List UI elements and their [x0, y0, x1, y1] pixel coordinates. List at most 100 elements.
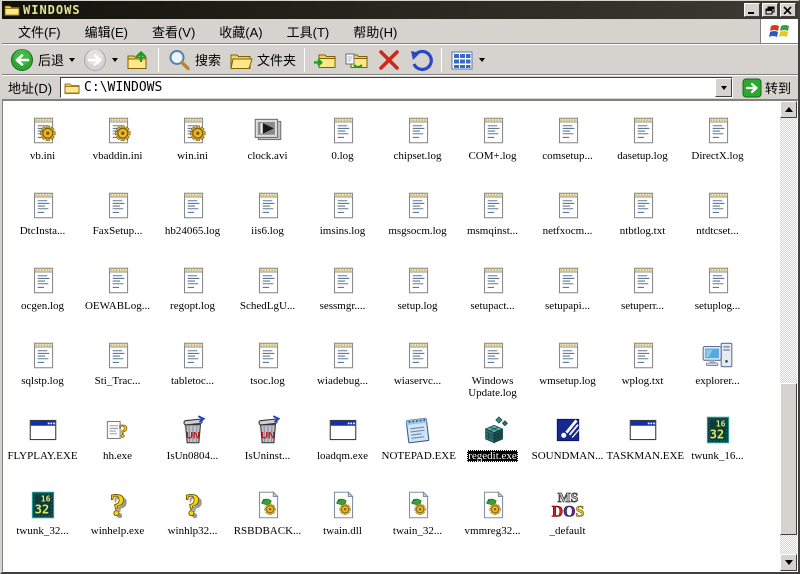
file-item[interactable]: UNIsUn0804... [155, 411, 230, 486]
file-item[interactable]: wiaservc... [380, 336, 455, 411]
file-item[interactable]: wiadebug... [305, 336, 380, 411]
copy-to-button[interactable] [341, 46, 373, 74]
views-dropdown-icon[interactable] [479, 58, 485, 62]
forward-dropdown-icon[interactable] [112, 58, 118, 62]
file-label: vmmreg32... [464, 525, 522, 537]
file-item[interactable]: vmmreg32... [455, 486, 530, 561]
file-item[interactable]: wplog.txt [605, 336, 680, 411]
file-item[interactable]: chipset.log [380, 111, 455, 186]
file-item[interactable]: ntbtlog.txt [605, 186, 680, 261]
uninstall-trashcan-icon: UN [251, 413, 285, 447]
close-button[interactable] [780, 3, 796, 17]
file-item[interactable]: regedit.exe [455, 411, 530, 486]
address-label: 地址(D) [4, 78, 56, 97]
file-item[interactable]: FLYPLAY.EXE [5, 411, 80, 486]
file-item[interactable]: ocgen.log [5, 261, 80, 336]
file-item[interactable]: msgsocm.log [380, 186, 455, 261]
file-item[interactable]: dasetup.log [605, 111, 680, 186]
file-item[interactable]: ??winhelp.exe [80, 486, 155, 561]
file-item[interactable]: wmsetup.log [530, 336, 605, 411]
move-to-button[interactable] [309, 46, 341, 74]
folders-button[interactable]: 文件夹 [225, 46, 300, 74]
file-item[interactable]: UNIsUninst... [230, 411, 305, 486]
file-item[interactable]: vbaddin.ini [80, 111, 155, 186]
file-item[interactable]: imsins.log [305, 186, 380, 261]
file-item[interactable]: DirectX.log [680, 111, 755, 186]
file-item[interactable]: FaxSetup... [80, 186, 155, 261]
menu-edit[interactable]: 编辑(E) [73, 19, 140, 44]
file-item[interactable]: 1632twunk_32... [5, 486, 80, 561]
file-item[interactable]: netfxocm... [530, 186, 605, 261]
file-item[interactable]: SOUNDMAN... [530, 411, 605, 486]
file-item[interactable]: 0.log [305, 111, 380, 186]
menu-view[interactable]: 查看(V) [140, 19, 207, 44]
file-item[interactable]: sessmgr.... [305, 261, 380, 336]
file-label: explorer... [694, 375, 740, 387]
file-item[interactable]: setupact... [455, 261, 530, 336]
address-input[interactable]: C:\WINDOWS [60, 77, 733, 98]
file-item[interactable]: NOTEPAD.EXE [380, 411, 455, 486]
titlebar[interactable]: WINDOWS [2, 1, 798, 19]
restore-button[interactable] [762, 3, 778, 17]
file-item[interactable]: iis6.log [230, 186, 305, 261]
notepad-icon [401, 413, 435, 447]
file-item[interactable]: explorer... [680, 336, 755, 411]
file-item[interactable]: setuplog... [680, 261, 755, 336]
address-dropdown-button[interactable] [715, 78, 732, 97]
menu-help[interactable]: 帮助(H) [341, 19, 409, 44]
file-item[interactable]: tsoc.log [230, 336, 305, 411]
file-item[interactable]: setupapi... [530, 261, 605, 336]
file-item[interactable]: regopt.log [155, 261, 230, 336]
log-file-icon [101, 338, 135, 372]
back-button[interactable]: 后退 [6, 46, 79, 74]
minimize-button[interactable] [744, 3, 760, 17]
file-item[interactable]: 1632twunk_16... [680, 411, 755, 486]
forward-button[interactable] [79, 46, 122, 74]
file-list-area[interactable]: vb.inivbaddin.iniwin.iniclock.avi0.logch… [2, 100, 798, 572]
views-button[interactable] [446, 46, 489, 74]
file-item[interactable]: comsetup... [530, 111, 605, 186]
file-item[interactable]: MSDOS_default [530, 486, 605, 561]
file-item[interactable]: twain.dll [305, 486, 380, 561]
file-item[interactable]: hb24065.log [155, 186, 230, 261]
file-item[interactable]: COM+.log [455, 111, 530, 186]
log-file-icon [626, 113, 660, 147]
file-item[interactable]: loadqm.exe [305, 411, 380, 486]
file-item[interactable]: setuperr... [605, 261, 680, 336]
file-item[interactable]: OEWABLog... [80, 261, 155, 336]
log-file-icon [401, 113, 435, 147]
file-item[interactable]: RSBDBACK... [230, 486, 305, 561]
search-button[interactable]: 搜索 [163, 46, 225, 74]
file-label: DirectX.log [690, 150, 744, 162]
scrollbar-thumb[interactable] [780, 383, 797, 535]
go-button[interactable]: 转到 [737, 76, 796, 99]
file-item[interactable]: tabletoc... [155, 336, 230, 411]
file-item[interactable]: ??winhlp32... [155, 486, 230, 561]
menu-favorites[interactable]: 收藏(A) [207, 19, 274, 44]
up-button[interactable] [122, 46, 154, 74]
file-item[interactable]: Sti_Trac... [80, 336, 155, 411]
file-item[interactable]: ?hh.exe [80, 411, 155, 486]
menu-file[interactable]: 文件(F) [6, 19, 73, 44]
file-item[interactable]: Windows Update.log [455, 336, 530, 411]
file-item[interactable]: win.ini [155, 111, 230, 186]
file-item[interactable]: vb.ini [5, 111, 80, 186]
menu-tools[interactable]: 工具(T) [275, 19, 342, 44]
undo-button[interactable] [405, 46, 437, 74]
file-item[interactable]: SchedLgU... [230, 261, 305, 336]
file-item[interactable]: TASKMAN.EXE [605, 411, 680, 486]
scroll-down-button[interactable] [780, 554, 797, 571]
file-item[interactable]: DtcInsta... [5, 186, 80, 261]
file-item[interactable]: setup.log [380, 261, 455, 336]
file-label: ntdtcset... [695, 225, 739, 237]
file-item[interactable]: msmqinst... [455, 186, 530, 261]
delete-button[interactable] [373, 46, 405, 74]
log-file-icon [551, 188, 585, 222]
file-item[interactable]: sqlstp.log [5, 336, 80, 411]
file-item[interactable]: ntdtcset... [680, 186, 755, 261]
vertical-scrollbar[interactable] [780, 101, 797, 571]
file-item[interactable]: twain_32... [380, 486, 455, 561]
file-item[interactable]: clock.avi [230, 111, 305, 186]
scroll-up-button[interactable] [780, 101, 797, 118]
back-dropdown-icon[interactable] [69, 58, 75, 62]
